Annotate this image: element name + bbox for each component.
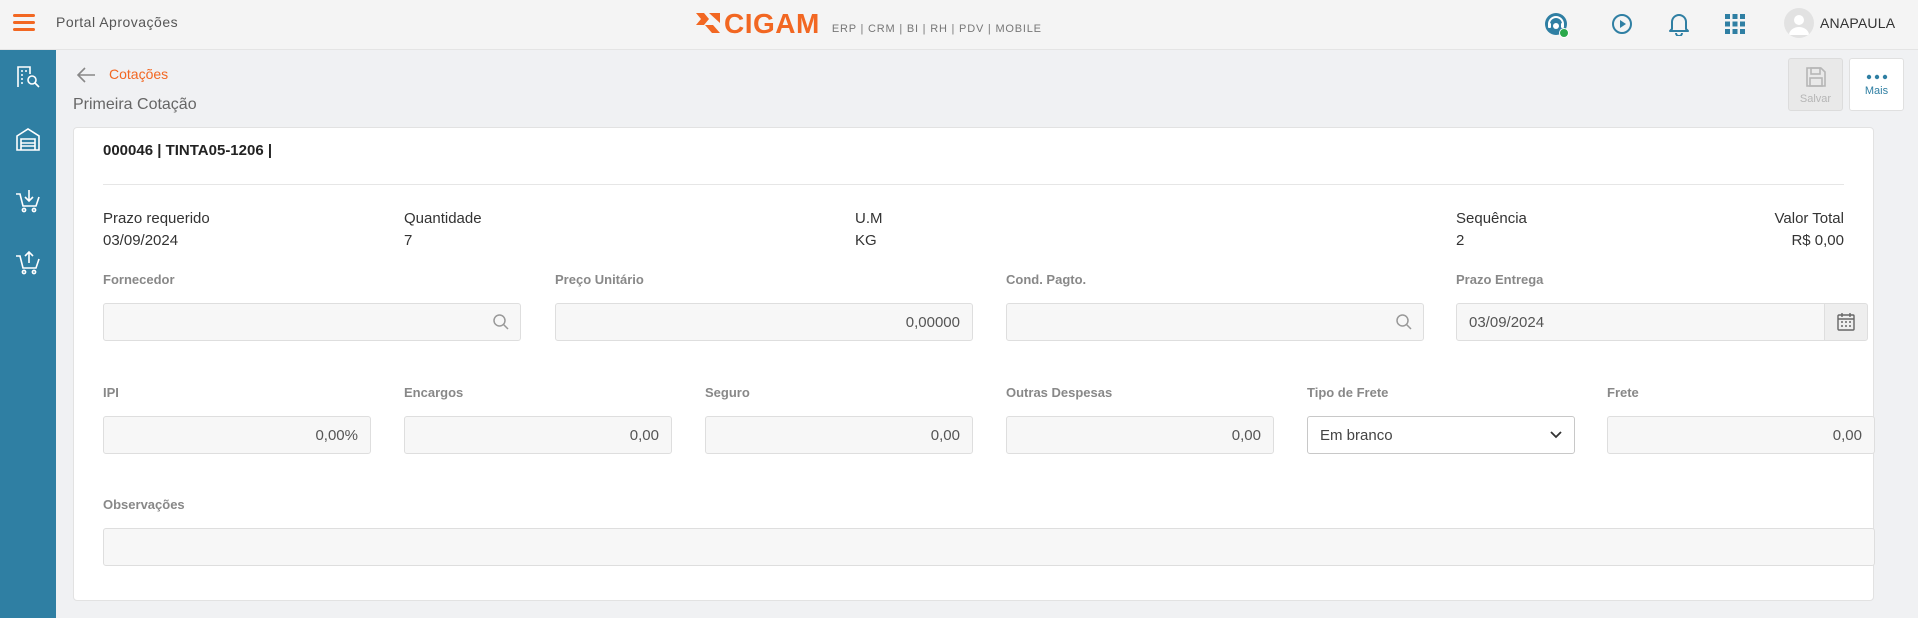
valor-total-label: Valor Total [1774, 210, 1845, 227]
cigam-logo: CIGAM ERP | CRM | BI | RH | PDV | MOBILE [695, 7, 1042, 41]
calendar-button[interactable] [1824, 303, 1868, 341]
back-arrow-icon[interactable] [75, 65, 97, 85]
cart-download-icon [16, 190, 40, 213]
hamburger-menu-icon[interactable] [13, 14, 35, 32]
logo-text: CIGAM [724, 8, 820, 39]
save-disk-icon [1805, 66, 1826, 87]
frete-input[interactable] [1607, 416, 1875, 454]
cart-upload-icon [16, 250, 40, 275]
user-menu[interactable]: ANAPAULA [1784, 6, 1895, 40]
breadcrumb-cotacoes[interactable]: Cotações [109, 66, 168, 82]
encargos-input[interactable] [404, 416, 672, 454]
user-avatar-icon [1784, 8, 1814, 38]
outras-despesas-label: Outras Despesas [1006, 385, 1113, 400]
warehouse-icon [16, 128, 40, 151]
tipo-frete-select[interactable]: Em branco [1307, 416, 1575, 454]
prazo-requerido-value: 03/09/2024 [103, 232, 179, 249]
valor-total-value: R$ 0,00 [1791, 232, 1844, 249]
seguro-input[interactable] [705, 416, 973, 454]
online-status-dot [1559, 28, 1569, 38]
fornecedor-input[interactable] [103, 303, 521, 341]
um-value: KG [855, 232, 877, 249]
chevron-down-icon [1550, 431, 1562, 439]
sidebar-item-cart-upload[interactable] [0, 238, 56, 288]
ipi-input[interactable] [103, 416, 371, 454]
prazo-requerido-label: Prazo requerido [103, 210, 210, 227]
more-dots-icon [1866, 74, 1887, 79]
preco-unitario-input[interactable] [555, 303, 973, 341]
fornecedor-label: Fornecedor [103, 272, 175, 287]
quantidade-value: 7 [404, 232, 413, 249]
outras-despesas-input[interactable] [1006, 416, 1274, 454]
observacoes-label: Observações [103, 497, 185, 512]
apps-grid-icon[interactable] [1720, 9, 1750, 39]
um-label: U.M [855, 210, 883, 227]
sidebar-item-warehouse[interactable] [0, 114, 56, 164]
bell-icon[interactable] [1664, 9, 1694, 39]
cond-pagto-search-icon[interactable] [1394, 312, 1414, 332]
record-title: 000046 | TINTA05-1206 | [103, 142, 273, 159]
ipi-label: IPI [103, 385, 119, 400]
fornecedor-search-icon[interactable] [491, 312, 511, 332]
tipo-frete-label: Tipo de Frete [1307, 385, 1389, 400]
calendar-icon [1837, 313, 1855, 331]
play-circle-icon[interactable] [1607, 9, 1637, 39]
prazo-entrega-input[interactable] [1456, 303, 1826, 341]
tipo-frete-selected: Em branco [1320, 426, 1393, 444]
card-divider [103, 184, 1844, 185]
sidebar-item-search-building[interactable] [0, 52, 56, 102]
sidebar [0, 50, 56, 618]
top-bar: Portal Aprovações CIGAM ERP | CRM | BI |… [0, 0, 1918, 50]
sequencia-label: Sequência [1456, 210, 1527, 227]
cond-pagto-input[interactable] [1006, 303, 1424, 341]
seguro-label: Seguro [705, 385, 750, 400]
quantidade-label: Quantidade [404, 210, 482, 227]
save-button-label: Salvar [1799, 92, 1832, 105]
app-title: Portal Aprovações [56, 14, 179, 30]
quotation-card: 000046 | TINTA05-1206 | Prazo requerido … [73, 127, 1875, 601]
frete-label: Frete [1607, 385, 1639, 400]
user-name: ANAPAULA [1820, 15, 1896, 31]
more-button[interactable]: Mais [1849, 58, 1904, 111]
page-title: Primeira Cotação [73, 96, 197, 113]
sequencia-value: 2 [1456, 232, 1465, 249]
cigam-logo-mark-icon [696, 13, 720, 33]
building-search-icon [17, 66, 40, 88]
prazo-entrega-label: Prazo Entrega [1456, 272, 1544, 287]
save-button[interactable]: Salvar [1788, 58, 1843, 111]
logo-tagline: ERP | CRM | BI | RH | PDV | MOBILE [831, 23, 1042, 35]
encargos-label: Encargos [404, 385, 464, 400]
cond-pagto-label: Cond. Pagto. [1006, 272, 1087, 287]
preco-unitario-label: Preço Unitário [555, 272, 644, 287]
support-agent-icon[interactable] [1541, 9, 1571, 39]
observacoes-input[interactable] [103, 528, 1875, 566]
sidebar-item-cart-download[interactable] [0, 176, 56, 226]
more-button-label: Mais [1864, 84, 1889, 97]
